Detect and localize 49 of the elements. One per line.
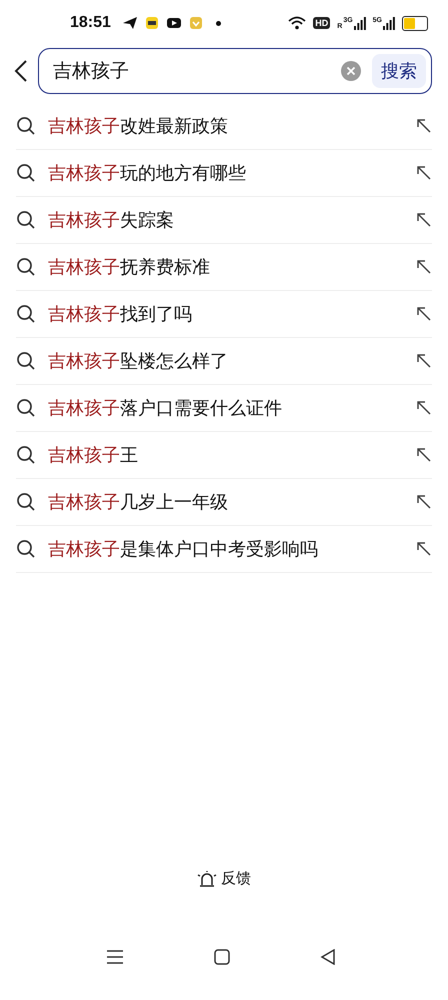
search-field[interactable]: 吉林孩子 搜索 (38, 48, 432, 94)
search-icon (16, 210, 36, 230)
suggestion-item[interactable]: 吉林孩子坠楼怎么样了 (48, 349, 404, 373)
clear-icon[interactable] (340, 60, 362, 82)
search-icon (16, 492, 36, 512)
suggestion-item[interactable]: 吉林孩子是集体户口中考受影响吗 (48, 537, 404, 561)
suggestion-item[interactable]: 吉林孩子落户口需要什么证件 (48, 396, 404, 420)
suggestion-item[interactable]: 吉林孩子抚养费标准 (48, 255, 404, 279)
search-icon (16, 539, 36, 559)
send-icon (122, 16, 138, 30)
feedback-link[interactable]: 反馈 (221, 869, 251, 888)
fill-arrow-icon[interactable] (416, 353, 432, 369)
suggestion-item[interactable]: 吉林孩子王 (48, 443, 404, 467)
app-icon (144, 16, 159, 30)
search-icon (16, 304, 36, 324)
fill-arrow-icon[interactable] (416, 447, 432, 463)
back-icon[interactable] (14, 59, 28, 83)
search-icon (16, 398, 36, 418)
notification-dot (216, 20, 221, 26)
search-icon (16, 163, 36, 183)
suggestion-item[interactable]: 吉林孩子玩的地方有哪些 (48, 161, 404, 185)
fill-arrow-icon[interactable] (416, 400, 432, 416)
fill-arrow-icon[interactable] (416, 259, 432, 275)
fill-arrow-icon[interactable] (416, 212, 432, 228)
siren-icon[interactable] (197, 870, 217, 888)
fill-arrow-icon[interactable] (416, 494, 432, 510)
fill-arrow-icon[interactable] (416, 165, 432, 181)
hd-badge: HD (313, 17, 330, 29)
fill-arrow-icon[interactable] (416, 306, 432, 322)
fill-arrow-icon[interactable] (416, 541, 432, 557)
status-time: 18:51 (70, 14, 111, 32)
search-icon (16, 351, 36, 371)
back-triangle-icon[interactable] (320, 949, 336, 965)
suggestion-item[interactable]: 吉林孩子找到了吗 (48, 302, 404, 326)
search-button[interactable]: 搜索 (372, 54, 426, 88)
suggestion-item[interactable]: 吉林孩子改姓最新政策 (48, 114, 404, 138)
suggestion-item[interactable]: 吉林孩子失踪案 (48, 208, 404, 232)
search-icon (16, 257, 36, 277)
fill-arrow-icon[interactable] (416, 118, 432, 134)
signal-icon (354, 16, 366, 30)
wifi-icon (288, 16, 306, 30)
suggestion-item[interactable]: 吉林孩子几岁上一年级 (48, 490, 404, 514)
battery-icon (402, 16, 428, 30)
home-icon[interactable] (214, 949, 230, 965)
play-icon (166, 16, 182, 30)
search-icon (16, 445, 36, 465)
menu-icon[interactable] (106, 949, 124, 965)
signal-icon (383, 16, 395, 30)
search-icon (16, 116, 36, 136)
